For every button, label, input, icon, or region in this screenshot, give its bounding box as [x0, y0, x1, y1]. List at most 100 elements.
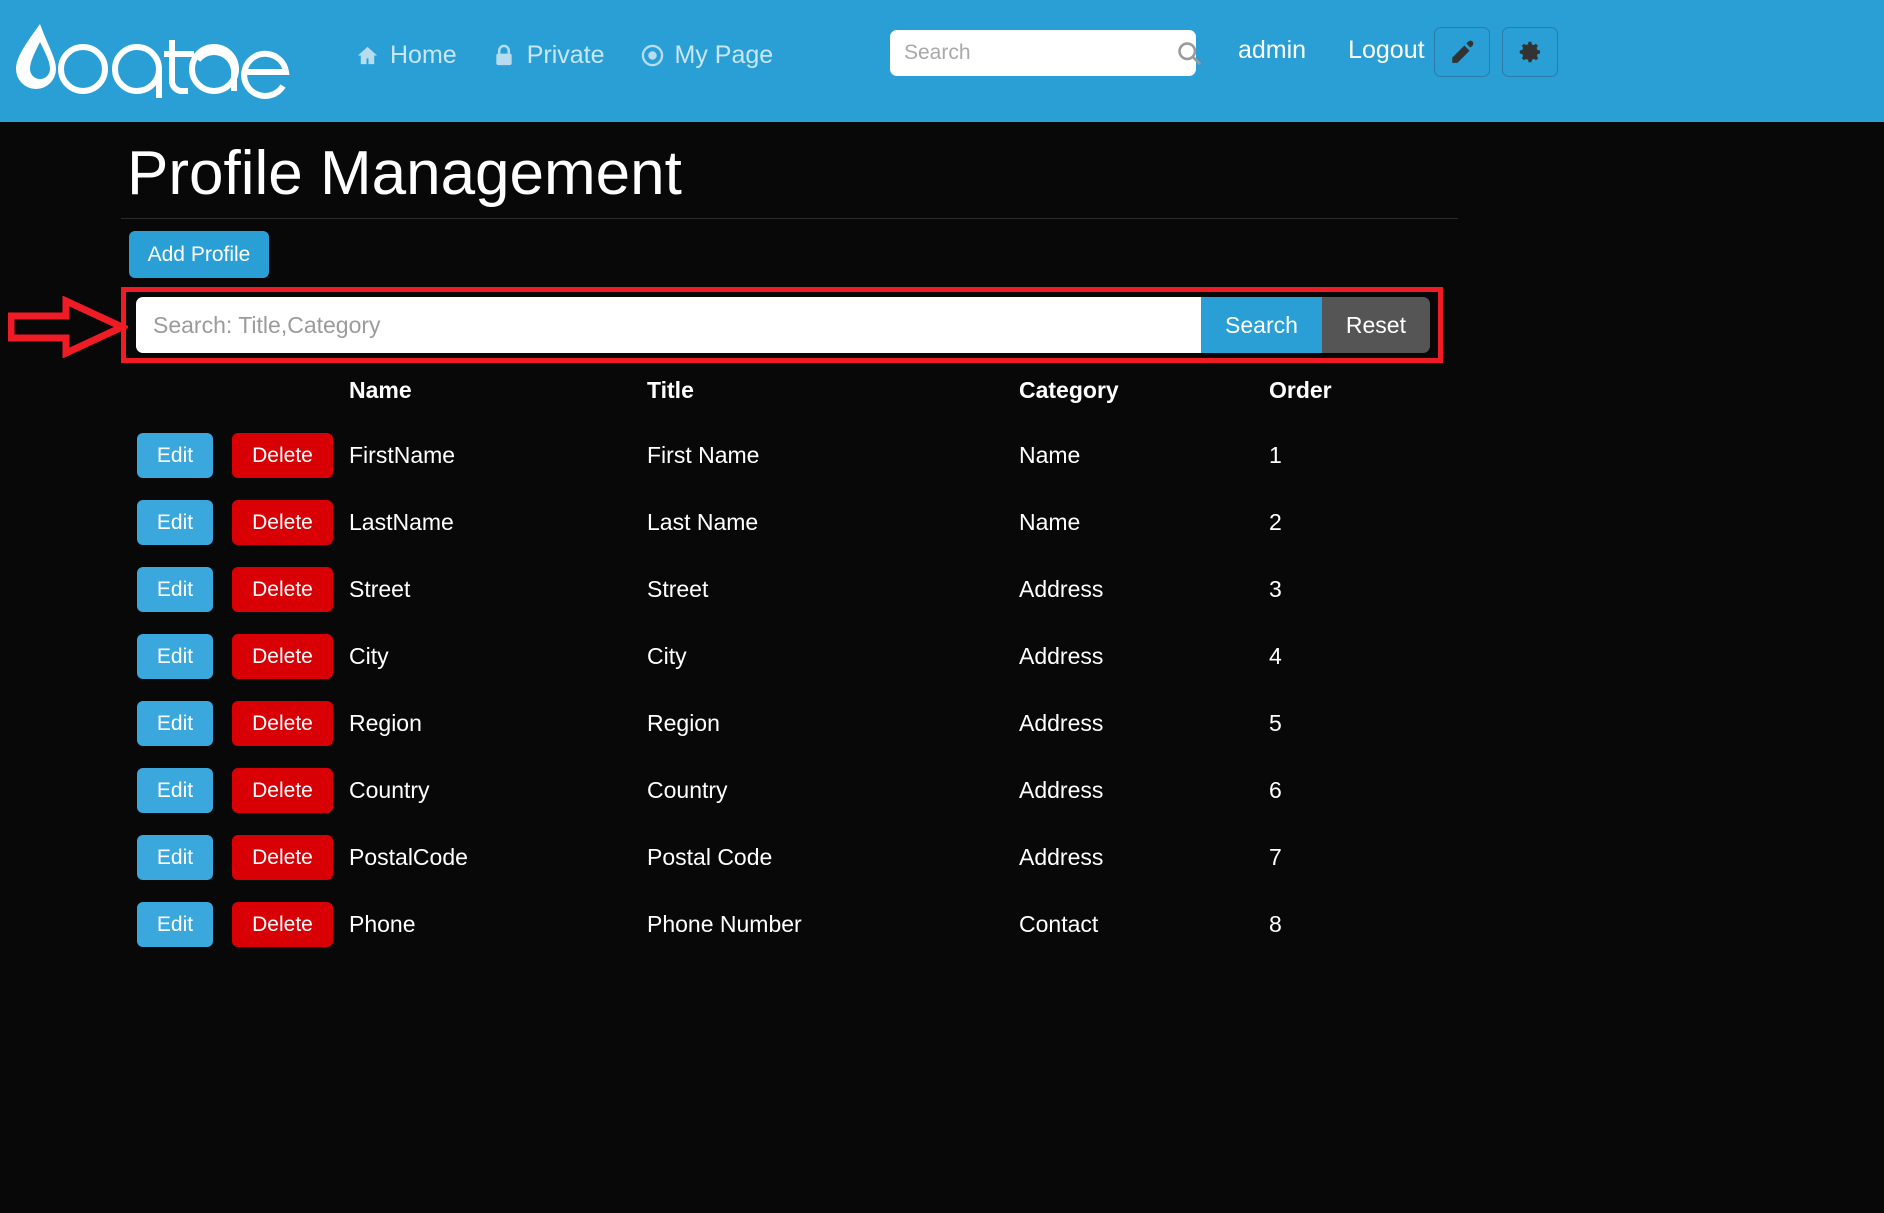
page-title: Profile Management	[127, 139, 682, 208]
cell-name: LastName	[349, 509, 454, 535]
profile-reset-button[interactable]: Reset	[1321, 297, 1430, 353]
edit-button[interactable]: Edit	[137, 634, 213, 679]
cell-category: Address	[1019, 710, 1104, 736]
cell-category: Name	[1019, 442, 1081, 468]
settings-button[interactable]	[1502, 27, 1558, 77]
logout-link[interactable]: Logout	[1348, 36, 1424, 65]
cell-title: Region	[647, 710, 720, 736]
edit-button[interactable]: Edit	[137, 500, 213, 545]
cell-category: Name	[1019, 509, 1081, 535]
username-link[interactable]: admin	[1238, 36, 1306, 65]
nav-item-private[interactable]: Private	[493, 41, 605, 70]
search-icon[interactable]	[1175, 39, 1203, 67]
cell-name: Street	[349, 576, 411, 602]
cell-category: Address	[1019, 576, 1104, 602]
cell-title: Last Name	[647, 509, 759, 535]
cell-category: Address	[1019, 777, 1104, 803]
pencil-icon	[1452, 40, 1474, 63]
site-header: Home Private My Page admin Logout	[0, 0, 1884, 122]
column-header-actions	[137, 377, 349, 422]
row-actions-cell: Edit Delete	[137, 556, 349, 623]
edit-mode-button[interactable]	[1434, 27, 1490, 77]
profiles-table-body: Edit Delete FirstName First Name Name 1 Edit De…	[137, 422, 1467, 958]
edit-button[interactable]: Edit	[137, 768, 213, 813]
profiles-table-head: Name Title Category Order	[137, 377, 1467, 422]
main-navigation: Home Private My Page	[356, 41, 773, 70]
user-links: admin Logout	[1238, 36, 1425, 65]
row-actions-cell: Edit Delete	[137, 690, 349, 757]
edit-button[interactable]: Edit	[137, 902, 213, 947]
edit-button[interactable]: Edit	[137, 835, 213, 880]
table-row: Edit Delete PostalCode Postal Code Address 7	[137, 824, 1467, 891]
row-actions-cell: Edit Delete	[137, 623, 349, 690]
row-actions-cell: Edit Delete	[137, 824, 349, 891]
table-row: Edit Delete Street Street Address 3	[137, 556, 1467, 623]
nav-item-home[interactable]: Home	[356, 41, 457, 70]
header-search-box[interactable]	[890, 30, 1201, 76]
delete-button[interactable]: Delete	[232, 500, 333, 545]
cell-name: PostalCode	[349, 844, 468, 870]
column-header-title: Title	[647, 377, 694, 403]
column-header-category: Category	[1019, 377, 1119, 403]
cell-order: 4	[1269, 643, 1282, 669]
delete-button[interactable]: Delete	[232, 701, 333, 746]
home-icon	[356, 44, 379, 67]
cell-title: First Name	[647, 442, 760, 468]
oqtane-logo-icon	[16, 24, 290, 99]
cell-title: City	[647, 643, 687, 669]
table-row: Edit Delete Phone Phone Number Contact 8	[137, 891, 1467, 958]
delete-button[interactable]: Delete	[232, 567, 333, 612]
nav-item-home-label: Home	[390, 40, 457, 69]
cell-order: 8	[1269, 911, 1282, 937]
cell-order: 2	[1269, 509, 1282, 535]
cell-title: Country	[647, 777, 728, 803]
table-row: Edit Delete City City Address 4	[137, 623, 1467, 690]
edit-button[interactable]: Edit	[137, 701, 213, 746]
profiles-table: Name Title Category Order Edit Delete Firs…	[137, 377, 1467, 958]
search-input[interactable]	[904, 30, 1175, 76]
target-icon	[641, 44, 664, 67]
nav-item-private-label: Private	[526, 40, 605, 69]
table-row: Edit Delete Region Region Address 5	[137, 690, 1467, 757]
cell-order: 7	[1269, 844, 1282, 870]
lock-icon	[493, 44, 516, 67]
cell-order: 1	[1269, 442, 1282, 468]
cell-name: Country	[349, 777, 430, 803]
cell-title: Postal Code	[647, 844, 773, 870]
profile-search-input[interactable]	[136, 297, 1202, 353]
row-actions-cell: Edit Delete	[137, 489, 349, 556]
cell-order: 6	[1269, 777, 1282, 803]
cell-category: Address	[1019, 844, 1104, 870]
column-header-name: Name	[349, 377, 412, 403]
cell-category: Address	[1019, 643, 1104, 669]
cell-name: Region	[349, 710, 422, 736]
delete-button[interactable]: Delete	[232, 902, 333, 947]
gear-icon	[1519, 41, 1541, 63]
row-actions-cell: Edit Delete	[137, 422, 349, 489]
cell-category: Contact	[1019, 911, 1099, 937]
header-icon-buttons	[1434, 27, 1558, 77]
nav-item-my-page-label: My Page	[674, 40, 774, 69]
edit-button[interactable]: Edit	[137, 433, 213, 478]
delete-button[interactable]: Delete	[232, 634, 333, 679]
delete-button[interactable]: Delete	[232, 433, 333, 478]
profile-search-button[interactable]: Search	[1201, 297, 1322, 353]
title-divider	[121, 218, 1458, 219]
oqtane-logo[interactable]	[14, 0, 294, 122]
cell-name: FirstName	[349, 442, 456, 468]
add-profile-button[interactable]: Add Profile	[129, 231, 269, 278]
cell-title: Phone Number	[647, 911, 802, 937]
table-header-row: Name Title Category Order	[137, 377, 1467, 422]
cell-name: City	[349, 643, 389, 669]
delete-button[interactable]: Delete	[232, 835, 333, 880]
cell-name: Phone	[349, 911, 416, 937]
cell-order: 5	[1269, 710, 1282, 736]
cell-order: 3	[1269, 576, 1282, 602]
annotation-arrow-icon	[8, 296, 128, 358]
delete-button[interactable]: Delete	[232, 768, 333, 813]
table-row: Edit Delete LastName Last Name Name 2	[137, 489, 1467, 556]
page-body: Profile Management Add Profile Search Re…	[0, 122, 1884, 1213]
table-row: Edit Delete FirstName First Name Name 1	[137, 422, 1467, 489]
edit-button[interactable]: Edit	[137, 567, 213, 612]
nav-item-my-page[interactable]: My Page	[641, 40, 774, 70]
